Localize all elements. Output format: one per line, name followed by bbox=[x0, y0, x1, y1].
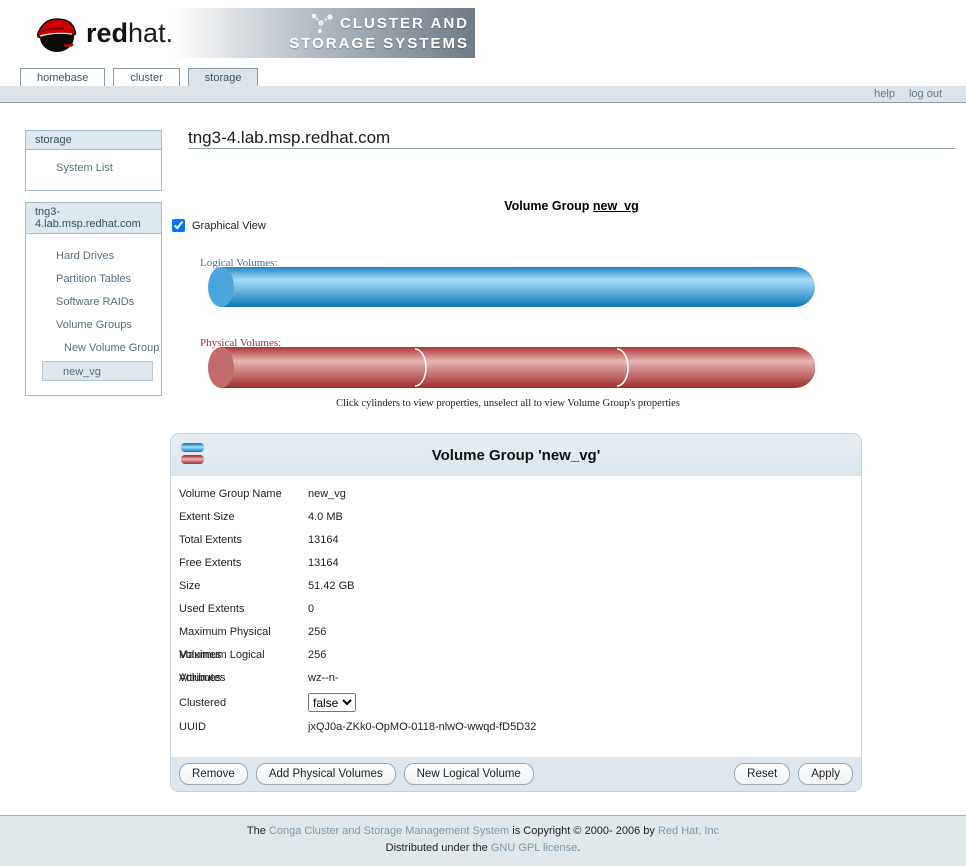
tab-storage[interactable]: storage bbox=[188, 68, 259, 86]
clustered-select[interactable]: false bbox=[308, 693, 356, 712]
redhat-wordmark: redhat. bbox=[86, 18, 173, 49]
page-title: tng3-4.lab.msp.redhat.com bbox=[188, 128, 390, 148]
tab-cluster[interactable]: cluster bbox=[113, 68, 179, 86]
volume-group-name-link[interactable]: new_vg bbox=[593, 199, 639, 213]
sidebar-system-title: tng3-4.lab.msp.redhat.com bbox=[26, 203, 161, 234]
sidebar-item-partition-tables[interactable]: Partition Tables bbox=[26, 268, 161, 291]
property-row: Free Extents13164 bbox=[171, 552, 861, 575]
logout-link[interactable]: log out bbox=[909, 88, 942, 100]
main-tabs: homebase cluster storage bbox=[20, 68, 258, 86]
title-divider bbox=[188, 148, 955, 149]
sidebar-system-box: tng3-4.lab.msp.redhat.com Hard Drives Pa… bbox=[25, 202, 162, 396]
property-row: Size51.42 GB bbox=[171, 575, 861, 598]
clustered-row: Clustered false bbox=[171, 690, 861, 716]
panel-title: Volume Group 'new_vg' bbox=[171, 447, 861, 464]
tab-homebase[interactable]: homebase bbox=[20, 68, 105, 86]
property-row: Extent Size4.0 MB bbox=[171, 506, 861, 529]
volume-group-heading: Volume Group new_vg bbox=[188, 199, 955, 213]
apply-button[interactable]: Apply bbox=[798, 763, 853, 785]
banner-title: CLUSTER AND STORAGE SYSTEMS bbox=[289, 12, 469, 53]
redhat-logo: redhat. bbox=[28, 11, 173, 55]
gpl-link[interactable]: GNU GPL license bbox=[491, 842, 577, 854]
sidebar-item-hard-drives[interactable]: Hard Drives bbox=[26, 245, 161, 268]
property-row: Volume Group Namenew_vg bbox=[171, 483, 861, 506]
session-bar: help log out bbox=[0, 86, 966, 103]
sidebar-item-new-vg[interactable]: new_vg bbox=[42, 361, 153, 381]
graphical-view-label: Graphical View bbox=[192, 220, 266, 232]
page-footer: The Conga Cluster and Storage Management… bbox=[0, 815, 966, 866]
redhat-fedora-icon bbox=[34, 11, 80, 55]
new-logical-volume-button[interactable]: New Logical Volume bbox=[404, 763, 534, 785]
property-row: Total Extents13164 bbox=[171, 529, 861, 552]
sidebar-storage-box: storage System List bbox=[25, 130, 162, 191]
sidebar-item-system-list[interactable]: System List bbox=[26, 157, 161, 180]
panel-body: Volume Group Namenew_vg Extent Size4.0 M… bbox=[171, 483, 861, 739]
remove-button[interactable]: Remove bbox=[179, 763, 248, 785]
sidebar-item-volume-groups[interactable]: Volume Groups bbox=[26, 314, 161, 337]
graphical-view-checkbox[interactable] bbox=[172, 219, 185, 232]
uuid-row: UUIDjxQJ0a-ZKk0-OpMO-0118-nlwO-wwqd-fD5D… bbox=[171, 716, 861, 739]
physical-volume-cylinder-group[interactable] bbox=[200, 347, 815, 393]
conga-link[interactable]: Conga Cluster and Storage Management Sys… bbox=[269, 825, 509, 837]
property-row: Maximum Physical Volumes256 bbox=[171, 621, 861, 644]
cylinder-caption: Click cylinders to view properties, unse… bbox=[188, 398, 828, 409]
help-link[interactable]: help bbox=[874, 88, 895, 100]
property-row: Attributeswz--n- bbox=[171, 667, 861, 690]
sidebar-storage-title: storage bbox=[26, 131, 161, 150]
conga-storage-page: redhat. CLUSTER AND STORAGE SYSTEMS home… bbox=[0, 0, 966, 866]
property-row: Maximum Logical Volumes256 bbox=[171, 644, 861, 667]
logical-volume-cylinder[interactable] bbox=[200, 267, 815, 312]
redhat-link[interactable]: Red Hat, Inc bbox=[658, 825, 719, 837]
property-row: Used Extents0 bbox=[171, 598, 861, 621]
add-physical-volumes-button[interactable]: Add Physical Volumes bbox=[256, 763, 396, 785]
panel-button-bar: Remove Add Physical Volumes New Logical … bbox=[171, 757, 861, 791]
header-banner: redhat. CLUSTER AND STORAGE SYSTEMS bbox=[28, 8, 475, 58]
sidebar-item-new-volume-group[interactable]: New Volume Group bbox=[26, 337, 161, 360]
graphical-view-row: Graphical View bbox=[172, 219, 266, 232]
volume-group-icon bbox=[181, 443, 205, 467]
volume-group-panel: Volume Group 'new_vg' Volume Group Namen… bbox=[170, 433, 862, 792]
panel-header: Volume Group 'new_vg' bbox=[171, 434, 861, 476]
molecule-icon bbox=[310, 12, 334, 34]
reset-button[interactable]: Reset bbox=[734, 763, 790, 785]
sidebar-item-software-raids[interactable]: Software RAIDs bbox=[26, 291, 161, 314]
